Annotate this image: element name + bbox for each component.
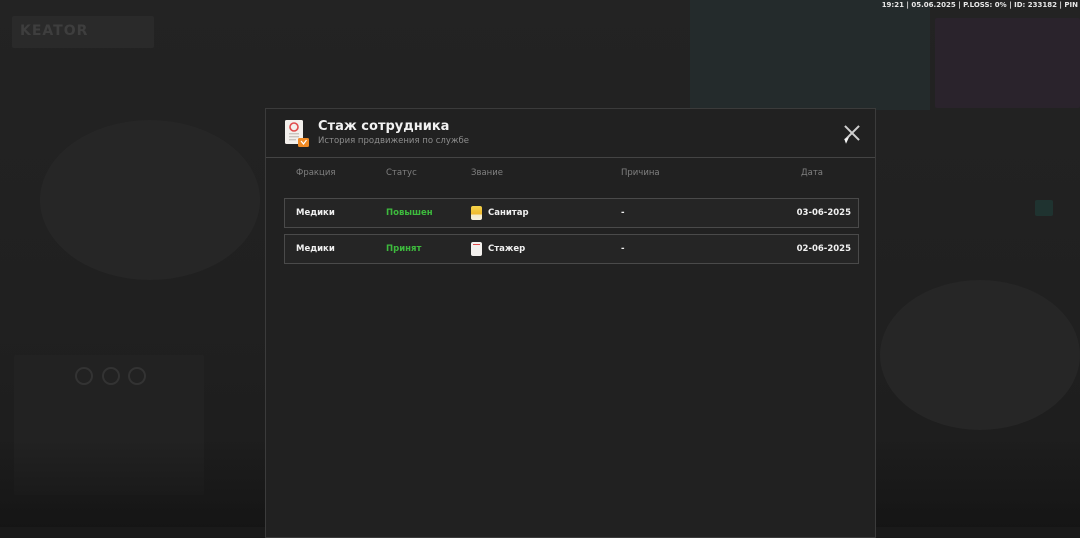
column-header-rank: Звание (471, 168, 503, 178)
rank-badge-yellow-icon (471, 206, 482, 220)
status-bar: 19:21 | 05.06.2025 | P.LOSS: 0% | ID: 23… (881, 1, 1078, 9)
row-faction: Медики (296, 208, 335, 218)
table-header: Фракция Статус Звание Причина Дата (284, 168, 859, 183)
modal-title: Стаж сотрудника (318, 119, 450, 134)
column-header-date: Дата (801, 168, 824, 178)
document-certificate-icon (285, 120, 309, 147)
server-logo: KEATOR (12, 16, 154, 48)
rank-badge-white-icon (471, 242, 482, 256)
service-record-modal: Стаж сотрудника История продвижения по с… (265, 108, 876, 538)
modal-header: Стаж сотрудника История продвижения по с… (266, 109, 875, 158)
row-status: Повышен (386, 208, 433, 218)
column-header-status: Статус (386, 168, 417, 178)
row-reason: - (621, 208, 625, 218)
row-rank-label: Санитар (488, 208, 529, 218)
column-header-reason: Причина (621, 168, 660, 178)
background-hud-card (935, 18, 1080, 108)
row-rank-label: Стажер (488, 244, 526, 254)
background-banner (690, 0, 930, 110)
modal-subtitle: История продвижения по службе (318, 136, 469, 146)
row-faction: Медики (296, 244, 335, 254)
row-status: Принят (386, 244, 422, 254)
service-history-table: Фракция Статус Звание Причина Дата Медик… (284, 168, 859, 270)
row-date: 02-06-2025 (796, 244, 851, 254)
table-row[interactable]: Медики Повышен Санитар - 03-06-2025 (284, 198, 859, 228)
row-rank: Санитар (471, 199, 529, 227)
row-reason: - (621, 244, 625, 254)
column-header-faction: Фракция (296, 168, 336, 178)
row-rank: Стажер (471, 235, 525, 263)
row-date: 03-06-2025 (796, 208, 851, 218)
table-row[interactable]: Медики Принят Стажер - 02-06-2025 (284, 234, 859, 264)
